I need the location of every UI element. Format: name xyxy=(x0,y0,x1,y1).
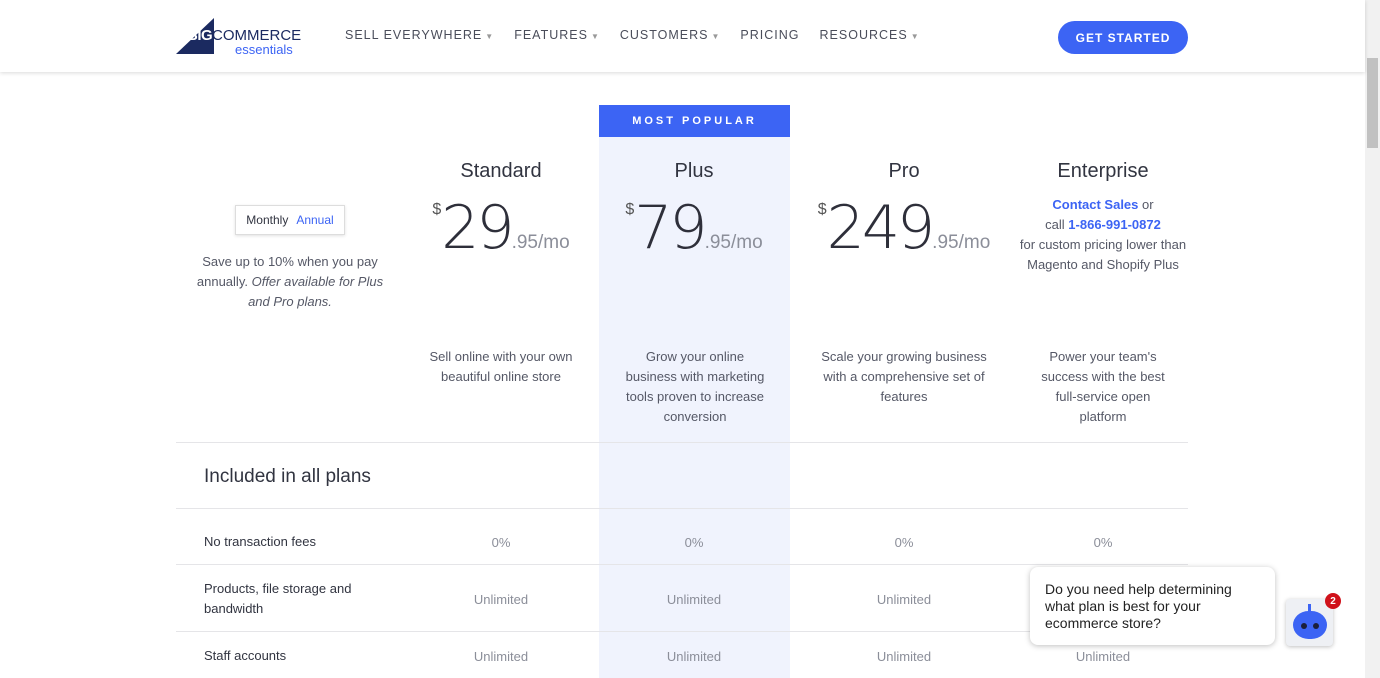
cell: Unlimited xyxy=(666,649,722,664)
cell: Unlimited xyxy=(876,649,932,664)
billing-toggle[interactable]: Monthly Annual xyxy=(235,205,345,235)
monthly-option[interactable]: Monthly xyxy=(246,213,288,227)
cell: Unlimited xyxy=(876,592,932,607)
cell: Unlimited xyxy=(473,592,529,607)
nav-resources[interactable]: RESOURCES ▼ xyxy=(820,28,920,42)
chevron-down-icon: ▼ xyxy=(711,32,721,41)
bigcommerce-logo[interactable]: BIG COMMERCE essentials xyxy=(176,18,301,58)
robot-icon xyxy=(1293,611,1327,639)
contact-sales-link[interactable]: Contact Sales xyxy=(1052,197,1138,212)
enterprise-contact: Contact Sales or call 1-866-991-0872 for… xyxy=(1019,197,1187,272)
row-label-staff-accounts: Staff accounts xyxy=(204,648,287,663)
plan-name-enterprise: Enterprise xyxy=(1057,160,1149,182)
plan-name-standard: Standard xyxy=(460,160,542,182)
cell: Unlimited xyxy=(666,592,722,607)
desc-enterprise: Power your team's success with the best … xyxy=(1041,349,1165,424)
desc-pro: Scale your growing business with a compr… xyxy=(821,349,987,404)
nav-features[interactable]: FEATURES ▼ xyxy=(514,28,600,42)
cell: 0% xyxy=(491,535,511,550)
plan-name-pro: Pro xyxy=(888,160,920,182)
chevron-down-icon: ▼ xyxy=(910,32,920,41)
cell: 0% xyxy=(684,535,704,550)
nav-pricing[interactable]: PRICING xyxy=(740,28,799,42)
divider xyxy=(176,564,1188,565)
plan-name-plus: Plus xyxy=(674,160,714,182)
chevron-down-icon: ▼ xyxy=(590,32,600,41)
annual-option[interactable]: Annual xyxy=(296,213,333,227)
included-heading: Included in all plans xyxy=(204,466,371,487)
desc-plus: Grow your online business with marketing… xyxy=(625,349,765,424)
nav-customers[interactable]: CUSTOMERS ▼ xyxy=(620,28,721,42)
chat-prompt-bubble[interactable]: Do you need help determining what plan i… xyxy=(1030,567,1275,645)
desc-standard: Sell online with your own beautiful onli… xyxy=(429,349,573,384)
site-header: BIG COMMERCE essentials SELL EVERYWHERE ▼ F… xyxy=(0,0,1365,72)
scrollbar[interactable] xyxy=(1365,0,1380,678)
price-plus: $79.95/mo xyxy=(625,193,763,263)
get-started-button[interactable]: GET STARTED xyxy=(1058,21,1188,54)
row-label-products-storage: Products, file storage and bandwidth xyxy=(204,581,352,616)
divider xyxy=(176,442,1188,443)
price-pro: $249.95/mo xyxy=(817,193,991,263)
nav-sell-everywhere[interactable]: SELL EVERYWHERE ▼ xyxy=(345,28,494,42)
cell: 0% xyxy=(894,535,914,550)
phone-link[interactable]: 1-866-991-0872 xyxy=(1068,217,1161,232)
main-nav: SELL EVERYWHERE ▼ FEATURES ▼ CUSTOMERS ▼ PR… xyxy=(345,28,920,42)
cell: Unlimited xyxy=(473,649,529,664)
cell: Unlimited xyxy=(1075,649,1131,664)
cell: 0% xyxy=(1093,535,1113,550)
annual-savings-note: Save up to 10% when you pay annually. Of… xyxy=(196,254,384,309)
chevron-down-icon: ▼ xyxy=(485,32,495,41)
divider xyxy=(176,508,1188,509)
price-standard: $29.95/mo xyxy=(432,193,570,263)
most-popular-badge: MOST POPULAR xyxy=(599,105,790,137)
row-label-transaction-fees: No transaction fees xyxy=(204,534,317,549)
unread-badge: 2 xyxy=(1325,593,1341,609)
